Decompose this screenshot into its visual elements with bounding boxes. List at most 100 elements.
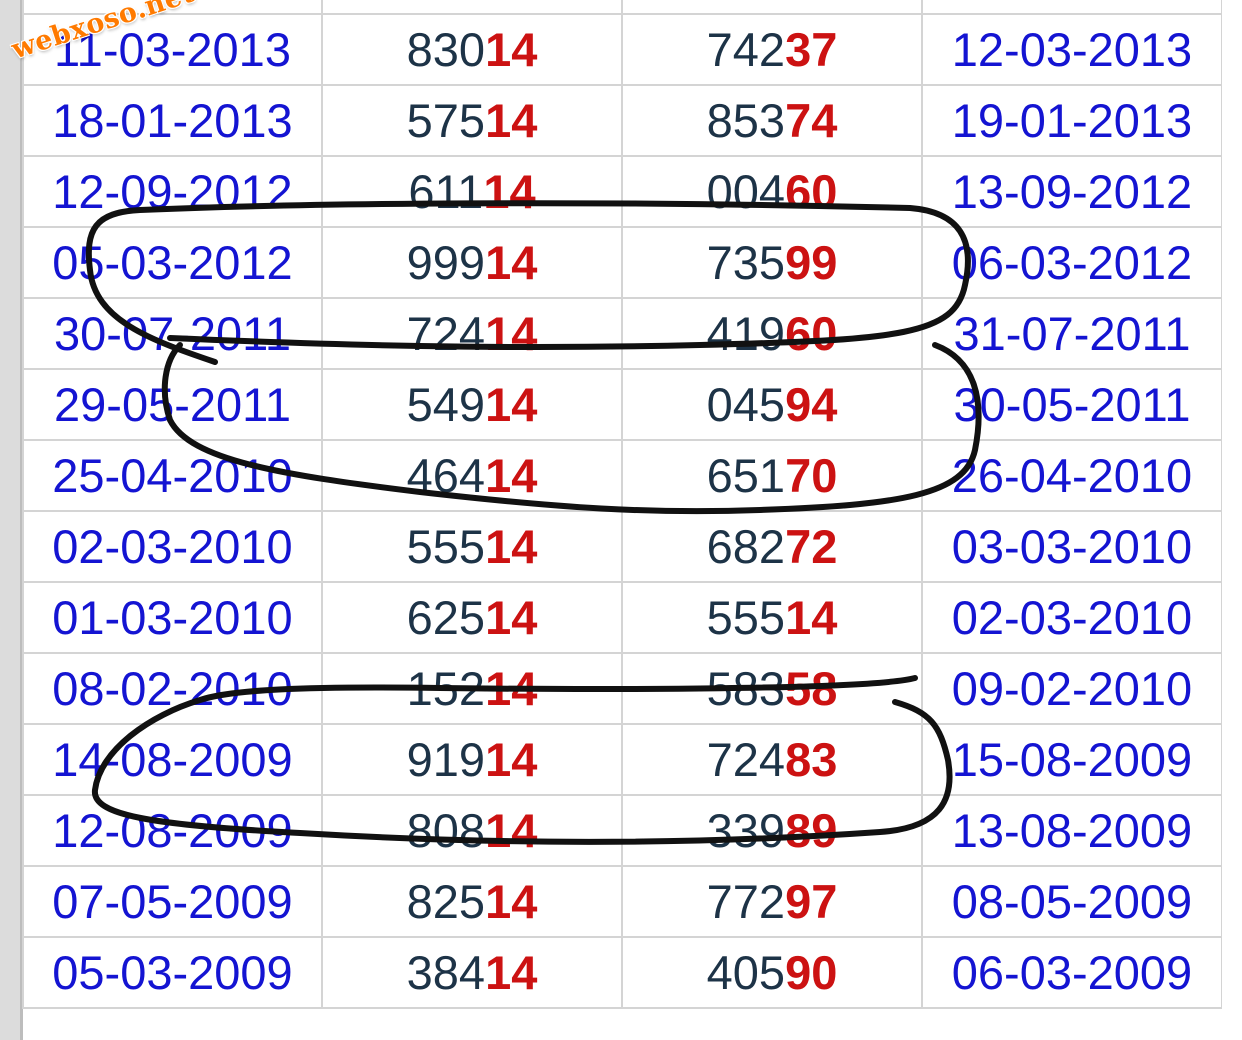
number-head: 808: [406, 804, 486, 857]
number-head: 919: [406, 733, 486, 786]
table-row: 12-08-2009 80814 33989 13-08-2009: [22, 794, 1223, 867]
number-head: 830: [406, 23, 486, 76]
number-head: 825: [406, 875, 486, 928]
number-head: 724: [706, 733, 786, 786]
next-result-number-cell: 68272: [621, 510, 923, 583]
next-result-number-cell: 04594: [621, 368, 923, 441]
next-result-number-cell: 41960: [621, 297, 923, 370]
number-tail: 14: [483, 165, 536, 218]
next-date-cell: 30-05-2011: [921, 368, 1223, 441]
result-number-cell: 91914: [321, 723, 623, 796]
number-tail: 14: [485, 520, 538, 573]
table-row-partial: [22, 0, 1223, 15]
next-result-number-cell: 72483: [621, 723, 923, 796]
next-date-cell: 19-01-2013: [921, 84, 1223, 157]
number-head: 339: [706, 804, 786, 857]
draw-date-cell: 07-05-2009: [22, 865, 323, 938]
next-result-number-cell: 40590: [621, 936, 923, 1009]
next-date-cell: 06-03-2009: [921, 936, 1223, 1009]
result-number-cell: 80814: [321, 794, 623, 867]
number-head: 742: [706, 23, 786, 76]
result-number-cell: 57514: [321, 84, 623, 157]
number-tail: 14: [485, 378, 538, 431]
next-date-cell: 02-03-2010: [921, 581, 1223, 654]
next-result-number-cell: 33989: [621, 794, 923, 867]
next-result-number-cell: 85374: [621, 84, 923, 157]
right-margin: [1222, 0, 1242, 1040]
number-head: 575: [406, 94, 486, 147]
number-tail: 58: [785, 662, 838, 715]
next-result-number-cell: 00460: [621, 155, 923, 228]
number-head: 464: [406, 449, 486, 502]
table-row: 08-02-2010 15214 58358 09-02-2010: [22, 652, 1223, 725]
draw-date-cell: 18-01-2013: [22, 84, 323, 157]
table-row: 02-03-2010 55514 68272 03-03-2010: [22, 510, 1223, 583]
number-tail: 14: [485, 307, 538, 360]
next-result-number-cell: 58358: [621, 652, 923, 725]
number-tail: 72: [785, 520, 838, 573]
result-number-cell: 82514: [321, 865, 623, 938]
draw-date-cell: 29-05-2011: [22, 368, 323, 441]
number-head: 405: [706, 946, 786, 999]
next-date-cell: 13-08-2009: [921, 794, 1223, 867]
table-row: 25-04-2010 46414 65170 26-04-2010: [22, 439, 1223, 512]
number-head: 152: [406, 662, 486, 715]
draw-date-cell: 05-03-2012: [22, 226, 323, 299]
next-date-cell: 15-08-2009: [921, 723, 1223, 796]
number-tail: 99: [785, 236, 838, 289]
draw-date-cell: 14-08-2009: [22, 723, 323, 796]
table-row: 05-03-2012 99914 73599 06-03-2012: [22, 226, 1223, 299]
table-row: 30-07-2011 72414 41960 31-07-2011: [22, 297, 1223, 370]
number-tail: 60: [785, 307, 838, 360]
number-head: 724: [406, 307, 486, 360]
next-date-cell: 06-03-2012: [921, 226, 1223, 299]
number-tail: 74: [785, 94, 838, 147]
number-tail: 83: [785, 733, 838, 786]
draw-date-cell: 01-03-2010: [22, 581, 323, 654]
number-tail: 14: [485, 875, 538, 928]
result-number-cell: 15214: [321, 652, 623, 725]
next-date-cell: 03-03-2010: [921, 510, 1223, 583]
number-head: 555: [706, 591, 786, 644]
number-head: 999: [406, 236, 486, 289]
result-number-cell: 38414: [321, 936, 623, 1009]
number-tail: 14: [485, 94, 538, 147]
next-result-number-cell: 74237: [621, 13, 923, 86]
number-tail: 37: [785, 23, 838, 76]
number-tail: 14: [485, 236, 538, 289]
number-tail: 14: [485, 591, 538, 644]
table-row: 12-09-2012 61114 00460 13-09-2012: [22, 155, 1223, 228]
next-result-number-cell: 73599: [621, 226, 923, 299]
table-cell: [321, 0, 623, 15]
draw-date-cell: 30-07-2011: [22, 297, 323, 370]
number-head: 853: [706, 94, 786, 147]
next-date-cell: 09-02-2010: [921, 652, 1223, 725]
number-tail: 14: [785, 591, 838, 644]
number-tail: 14: [485, 804, 538, 857]
next-date-cell: 26-04-2010: [921, 439, 1223, 512]
next-result-number-cell: 77297: [621, 865, 923, 938]
number-head: 651: [706, 449, 786, 502]
table-row: 01-03-2010 62514 55514 02-03-2010: [22, 581, 1223, 654]
number-tail: 60: [785, 165, 838, 218]
number-head: 611: [408, 165, 484, 218]
number-tail: 14: [485, 662, 538, 715]
table-row: 29-05-2011 54914 04594 30-05-2011: [22, 368, 1223, 441]
draw-date-cell: 02-03-2010: [22, 510, 323, 583]
table-row: 07-05-2009 82514 77297 08-05-2009: [22, 865, 1223, 938]
result-number-cell: 54914: [321, 368, 623, 441]
table-row: 18-01-2013 57514 85374 19-01-2013: [22, 84, 1223, 157]
next-date-cell: 08-05-2009: [921, 865, 1223, 938]
next-result-number-cell: 55514: [621, 581, 923, 654]
next-date-cell: 31-07-2011: [921, 297, 1223, 370]
number-head: 555: [406, 520, 486, 573]
result-number-cell: 99914: [321, 226, 623, 299]
draw-date-cell: 12-09-2012: [22, 155, 323, 228]
draw-date-cell: 12-08-2009: [22, 794, 323, 867]
number-head: 682: [706, 520, 786, 573]
number-head: 549: [406, 378, 486, 431]
number-head: 735: [706, 236, 786, 289]
result-number-cell: 46414: [321, 439, 623, 512]
number-head: 772: [706, 875, 786, 928]
result-number-cell: 61114: [321, 155, 623, 228]
